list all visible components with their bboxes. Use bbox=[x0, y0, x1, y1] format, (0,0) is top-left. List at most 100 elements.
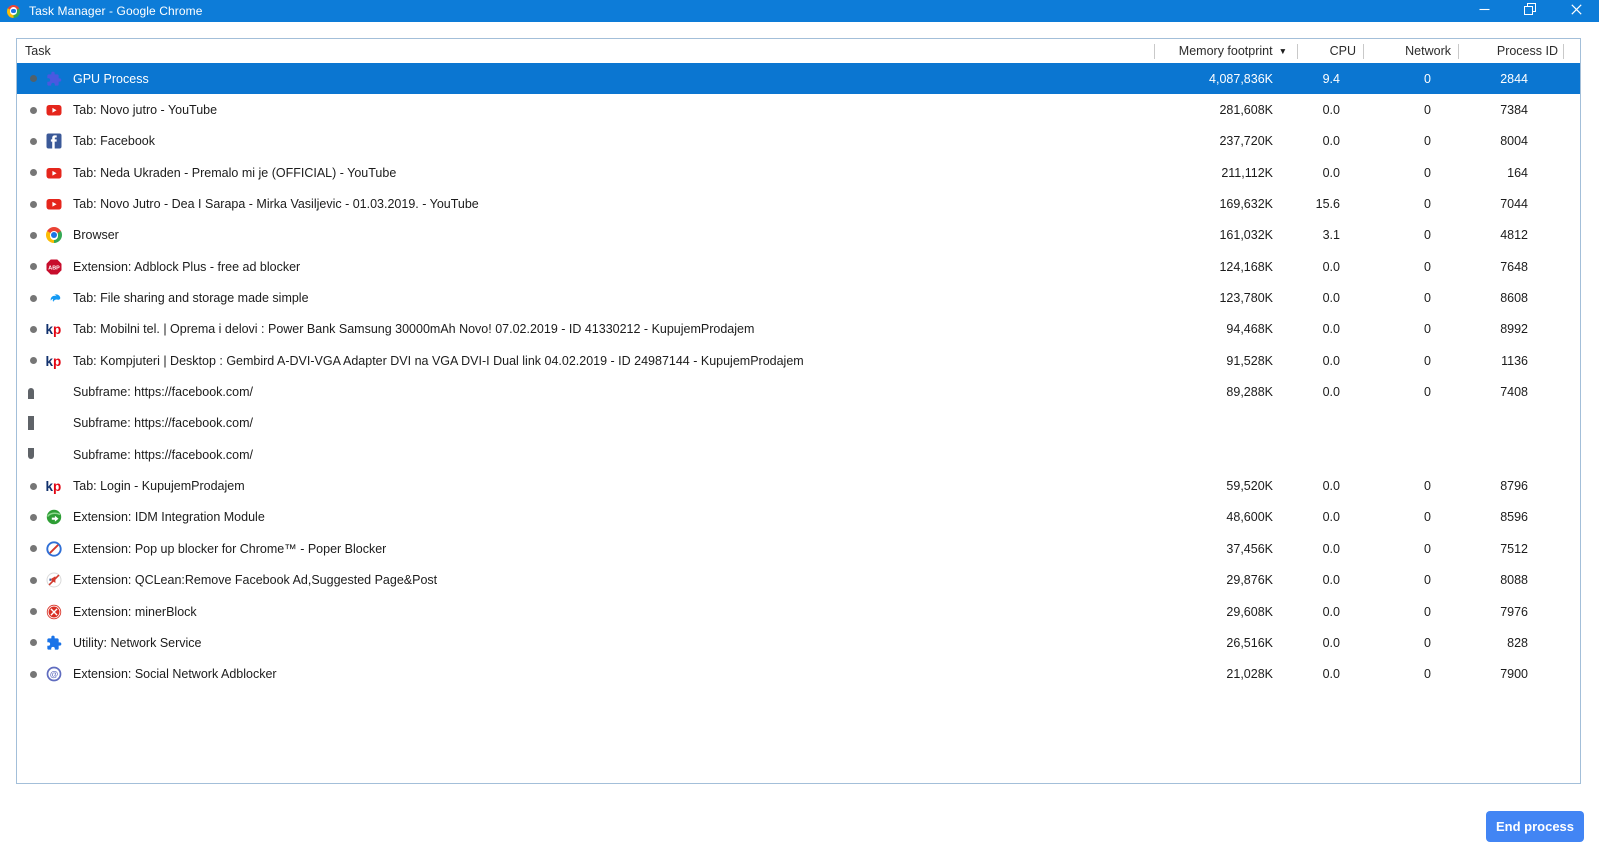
idm-icon bbox=[46, 509, 62, 525]
memory-footprint-value: 59,520K bbox=[1226, 479, 1273, 494]
process-row[interactable]: Extension: QCLean:Remove Facebook Ad,Sug… bbox=[17, 564, 1580, 596]
process-row[interactable]: kp Tab: Mobilni tel. | Oprema i delovi :… bbox=[17, 313, 1580, 346]
task-name: Tab: Mobilni tel. | Oprema i delovi : Po… bbox=[73, 322, 755, 337]
mediafire-icon bbox=[46, 290, 62, 306]
puzzle-piece-icon bbox=[46, 635, 62, 651]
process-row[interactable]: Tab: Novo jutro - YouTube 281,608K 0.0 0… bbox=[17, 94, 1580, 126]
network-value: 0 bbox=[1424, 71, 1431, 86]
cpu-value: 9.4 bbox=[1322, 71, 1340, 86]
task-name: Browser bbox=[73, 228, 119, 243]
memory-footprint-value: 91,528K bbox=[1226, 353, 1273, 368]
column-header-task[interactable]: Task bbox=[17, 39, 1155, 63]
process-bullet-icon bbox=[30, 263, 37, 271]
process-row[interactable]: ABP Extension: Adblock Plus - free ad bl… bbox=[17, 251, 1580, 283]
minimize-button[interactable] bbox=[1461, 0, 1507, 22]
process-bullet-icon bbox=[30, 608, 37, 616]
task-manager-window: { "titlebar": { "title": "Task Manager -… bbox=[0, 0, 1599, 857]
restore-icon bbox=[1524, 2, 1536, 20]
window-title: Task Manager - Google Chrome bbox=[29, 4, 203, 18]
table-header: Task Memory footprint ▼ CPU Network Proc… bbox=[17, 39, 1580, 63]
process-row[interactable]: Browser 161,032K 3.1 0 4812 bbox=[17, 219, 1580, 252]
task-name: Extension: Pop up blocker for Chrome™ - … bbox=[73, 541, 387, 556]
process-id-value: 8992 bbox=[1500, 322, 1528, 337]
sort-desc-icon: ▼ bbox=[1278, 46, 1287, 56]
process-bullet-icon bbox=[30, 200, 37, 208]
cpu-value: 0.0 bbox=[1322, 573, 1340, 588]
process-id-value: 8596 bbox=[1500, 510, 1528, 525]
process-id-value: 7384 bbox=[1500, 103, 1528, 118]
process-id-value: 2844 bbox=[1500, 71, 1528, 86]
network-value: 0 bbox=[1424, 228, 1431, 243]
network-value: 0 bbox=[1424, 604, 1431, 619]
process-row[interactable]: Extension: Pop up blocker for Chrome™ - … bbox=[17, 533, 1580, 565]
cpu-value: 15.6 bbox=[1315, 197, 1340, 212]
process-row[interactable]: Tab: File sharing and storage made simpl… bbox=[17, 282, 1580, 314]
task-name: Extension: Social Network Adblocker bbox=[73, 667, 277, 682]
network-value: 0 bbox=[1424, 510, 1431, 525]
adblock-plus-icon: ABP bbox=[46, 259, 62, 275]
process-row-selected[interactable]: GPU Process 4,087,836K 9.4 0 2844 bbox=[17, 63, 1580, 95]
facebook-icon bbox=[46, 133, 62, 149]
youtube-icon bbox=[46, 102, 62, 118]
process-id-value: 7044 bbox=[1500, 197, 1528, 212]
process-id-value: 8004 bbox=[1500, 134, 1528, 149]
network-value: 0 bbox=[1424, 134, 1431, 149]
cpu-value: 0.0 bbox=[1322, 604, 1340, 619]
process-row[interactable]: kp Tab: Login - KupujemProdajem 59,520K … bbox=[17, 470, 1580, 502]
subframe-group-bar bbox=[28, 447, 34, 459]
cpu-value: 0.0 bbox=[1322, 510, 1340, 525]
task-name: Tab: Novo Jutro - Dea I Sarapa - Mirka V… bbox=[73, 197, 479, 212]
process-id-value: 8796 bbox=[1500, 479, 1528, 494]
cpu-value: 0.0 bbox=[1322, 353, 1340, 368]
network-value: 0 bbox=[1424, 353, 1431, 368]
chrome-logo-icon bbox=[7, 4, 20, 18]
process-id-value: 7512 bbox=[1500, 541, 1528, 556]
process-row[interactable]: Subframe: https://facebook.com/ bbox=[17, 407, 1580, 440]
process-row[interactable]: Extension: minerBlock 29,608K 0.0 0 7976 bbox=[17, 595, 1580, 628]
task-name: Tab: Facebook bbox=[73, 134, 155, 149]
process-id-value: 828 bbox=[1507, 635, 1528, 650]
subframe-group-bar bbox=[28, 416, 34, 431]
process-bullet-icon bbox=[30, 545, 37, 553]
process-row[interactable]: Extension: IDM Integration Module 48,600… bbox=[17, 501, 1580, 534]
cpu-value: 0.0 bbox=[1322, 103, 1340, 118]
memory-footprint-value: 21,028K bbox=[1226, 667, 1273, 682]
process-id-value: 7976 bbox=[1500, 604, 1528, 619]
column-header-memory-footprint[interactable]: Memory footprint ▼ bbox=[1155, 39, 1298, 63]
process-row[interactable]: Subframe: https://facebook.com/ bbox=[17, 439, 1580, 471]
task-name: Tab: Novo jutro - YouTube bbox=[73, 103, 218, 118]
process-row[interactable]: Utility: Network Service 26,516K 0.0 0 8… bbox=[17, 627, 1580, 659]
network-value: 0 bbox=[1424, 103, 1431, 118]
social-network-adblocker-icon: @ bbox=[46, 666, 62, 682]
restore-button[interactable] bbox=[1507, 0, 1553, 22]
youtube-icon bbox=[46, 196, 62, 212]
end-process-button[interactable]: End process bbox=[1486, 811, 1584, 842]
process-row[interactable]: @ Extension: Social Network Adblocker 21… bbox=[17, 658, 1580, 690]
cpu-value: 0.0 bbox=[1322, 541, 1340, 556]
titlebar[interactable]: Task Manager - Google Chrome bbox=[0, 0, 1599, 22]
process-bullet-icon bbox=[30, 231, 37, 239]
process-row[interactable]: Tab: Neda Ukraden - Premalo mi je (OFFIC… bbox=[17, 157, 1580, 189]
cpu-value: 0.0 bbox=[1322, 479, 1340, 494]
memory-footprint-value: 29,876K bbox=[1226, 573, 1273, 588]
cpu-value: 0.0 bbox=[1322, 134, 1340, 149]
network-value: 0 bbox=[1424, 635, 1431, 650]
process-id-value: 8608 bbox=[1500, 291, 1528, 306]
process-row[interactable]: kp Tab: Kompjuteri | Desktop : Gembird A… bbox=[17, 345, 1580, 377]
column-header-network[interactable]: Network bbox=[1364, 39, 1459, 63]
svg-text:kp: kp bbox=[46, 479, 61, 494]
memory-footprint-value: 161,032K bbox=[1219, 228, 1273, 243]
column-header-cpu[interactable]: CPU bbox=[1298, 39, 1364, 63]
youtube-icon bbox=[46, 165, 62, 181]
memory-footprint-value: 94,468K bbox=[1226, 322, 1273, 337]
network-value: 0 bbox=[1424, 197, 1431, 212]
memory-footprint-value: 37,456K bbox=[1226, 541, 1273, 556]
process-row[interactable]: Subframe: https://facebook.com/ 89,288K … bbox=[17, 376, 1580, 408]
task-name: GPU Process bbox=[73, 71, 149, 86]
process-row[interactable]: Tab: Novo Jutro - Dea I Sarapa - Mirka V… bbox=[17, 188, 1580, 220]
column-header-process-id[interactable]: Process ID bbox=[1459, 39, 1564, 63]
task-name: Tab: Login - KupujemProdajem bbox=[73, 479, 245, 494]
process-row[interactable]: Tab: Facebook 237,720K 0.0 0 8004 bbox=[17, 125, 1580, 158]
process-bullet-icon bbox=[30, 294, 37, 302]
close-button[interactable] bbox=[1553, 0, 1599, 22]
